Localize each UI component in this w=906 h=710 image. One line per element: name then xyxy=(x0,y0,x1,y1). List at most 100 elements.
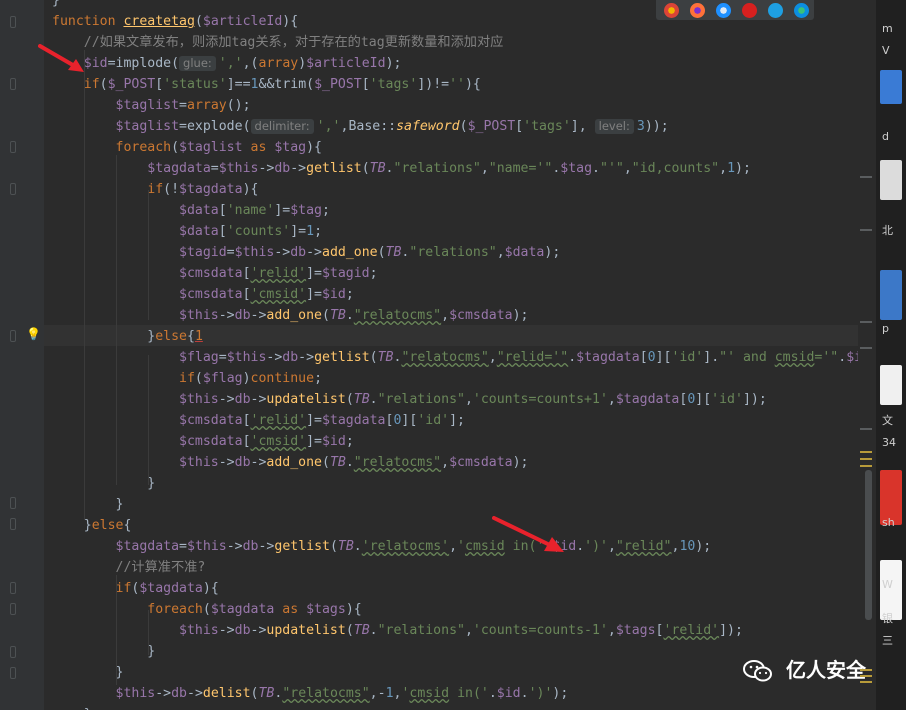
code-line[interactable]: $flag=$this->db->getlist(TB."relatocms",… xyxy=(52,347,870,368)
fold-marker[interactable] xyxy=(10,141,16,153)
code-line[interactable]: if($tagdata){ xyxy=(52,578,219,599)
code-line[interactable]: } xyxy=(52,662,124,683)
code-token: $tagdata xyxy=(139,581,203,596)
code-line[interactable]: $tagdata=$this->db->getlist(TB.'relatocm… xyxy=(52,536,712,557)
code-token: ]; xyxy=(449,413,465,428)
code-line[interactable]: $taglist=array(); xyxy=(52,95,251,116)
fold-marker[interactable] xyxy=(10,582,16,594)
scrollbar-marker[interactable] xyxy=(860,675,872,677)
code-line[interactable]: $tagid=$this->db->add_one(TB."relations"… xyxy=(52,242,560,263)
code-token: $cmsdata xyxy=(449,308,513,323)
code-token: = xyxy=(210,161,219,176)
code-token: =implode( xyxy=(107,56,180,71)
fold-marker[interactable] xyxy=(10,16,16,28)
code-line[interactable]: $this->db->add_one(TB."relatocms",$cmsda… xyxy=(52,452,528,473)
code-token: $tag xyxy=(560,161,593,176)
code-line[interactable]: $id=implode(glue: ',',(array)$articleId); xyxy=(52,53,401,74)
fold-marker[interactable] xyxy=(10,603,16,615)
desktop-icon[interactable] xyxy=(880,160,902,200)
code-line[interactable]: } xyxy=(52,704,92,710)
lightbulb-icon[interactable]: 💡 xyxy=(26,327,41,341)
code-line[interactable]: } xyxy=(52,0,60,11)
code-line[interactable]: //计算准不准? xyxy=(52,557,206,578)
fold-marker[interactable] xyxy=(10,183,16,195)
ie-icon[interactable] xyxy=(768,3,783,18)
scrollbar-marker[interactable] xyxy=(860,465,872,467)
code-line[interactable]: $this->db->delist(TB."relatocms",-1,'cms… xyxy=(52,683,569,704)
code-token: db xyxy=(234,455,251,470)
code-line[interactable]: }else{1 xyxy=(52,326,203,347)
fold-marker[interactable] xyxy=(10,78,16,90)
safari-icon[interactable] xyxy=(716,3,731,18)
code-line[interactable]: } xyxy=(52,473,155,494)
code-line[interactable]: foreach($taglist as $tag){ xyxy=(52,137,322,158)
code-line[interactable]: $this->db->add_one(TB."relatocms",$cmsda… xyxy=(52,305,528,326)
code-editor[interactable]: 💡 } function createtag($articleId){ //如果文… xyxy=(0,0,876,710)
code-token: //计算准不准? xyxy=(52,560,206,575)
code-line[interactable]: }else{ xyxy=(52,515,132,536)
code-token: if xyxy=(52,371,195,386)
code-token: . xyxy=(345,455,354,470)
code-token: ][ xyxy=(401,413,418,428)
code-line[interactable]: $this->db->updatelist(TB."relations",'co… xyxy=(52,620,743,641)
edge-icon[interactable] xyxy=(794,3,809,18)
code-line[interactable]: $cmsdata['relid']=$tagdata[0]['id']; xyxy=(52,410,465,431)
code-token: 'cmsid' xyxy=(250,287,307,302)
firefox-icon[interactable] xyxy=(690,3,705,18)
code-token: "name='" xyxy=(488,161,553,176)
fold-marker[interactable] xyxy=(10,518,16,530)
code-line[interactable]: $this->db->updatelist(TB."relations",'co… xyxy=(52,389,767,410)
code-line[interactable]: $cmsdata['cmsid']=$id; xyxy=(52,431,354,452)
chrome-icon[interactable] xyxy=(664,3,679,18)
opera-icon[interactable] xyxy=(742,3,757,18)
scrollbar-thumb[interactable] xyxy=(865,470,872,620)
code-line[interactable]: $data['name']=$tag; xyxy=(52,200,330,221)
code-line[interactable]: $cmsdata['cmsid']=$id; xyxy=(52,284,354,305)
fold-marker[interactable] xyxy=(10,330,16,342)
desktop-icon[interactable] xyxy=(880,70,902,104)
scrollbar-marker[interactable] xyxy=(860,669,872,671)
scrollbar-marker[interactable] xyxy=(860,458,872,460)
code-token: -> xyxy=(155,686,172,701)
code-line[interactable]: $tagdata=$this->db->getlist(TB."relation… xyxy=(52,158,751,179)
code-token: } xyxy=(52,644,156,659)
code-line[interactable]: if($_POST['status']==1&&trim($_POST['tag… xyxy=(52,74,481,95)
code-line[interactable]: } xyxy=(52,641,155,662)
code-line[interactable]: function createtag($articleId){ xyxy=(52,11,298,32)
code-line[interactable]: if(!$tagdata){ xyxy=(52,179,258,200)
scrollbar-marker[interactable] xyxy=(860,229,872,231)
code-line[interactable]: foreach($tagdata as $tags){ xyxy=(52,599,361,620)
desktop-label-fragment: W xyxy=(882,578,893,591)
code-token: $this xyxy=(187,539,227,554)
code-token: "relid" xyxy=(615,539,672,554)
scrollbar-marker[interactable] xyxy=(860,347,872,349)
fold-marker[interactable] xyxy=(10,497,16,509)
code-line[interactable]: $taglist=explode(delimiter: ',',Base::saf… xyxy=(52,116,669,137)
desktop-icon[interactable] xyxy=(880,270,902,320)
scrollbar-marker[interactable] xyxy=(860,321,872,323)
code-line[interactable]: $cmsdata['relid']=$tagid; xyxy=(52,263,378,284)
scrollbar-marker[interactable] xyxy=(860,176,872,178)
fold-marker[interactable] xyxy=(10,667,16,679)
code-token: . xyxy=(488,686,497,701)
scrollbar-marker[interactable] xyxy=(860,681,872,683)
scrollbar-marker[interactable] xyxy=(860,428,872,430)
code-token: 'id' xyxy=(711,392,743,407)
code-token: $tagdata xyxy=(576,350,640,365)
desktop-icon[interactable] xyxy=(880,365,902,405)
fold-marker[interactable] xyxy=(10,646,16,658)
scrollbar-marker[interactable] xyxy=(860,451,872,453)
code-token: 'id' xyxy=(417,413,450,428)
code-line[interactable]: //如果文章发布，则添加tag关系，对于存在的tag更新数量和添加对应 xyxy=(52,32,504,53)
code-line[interactable]: if($flag)continue; xyxy=(52,368,322,389)
code-token: [ xyxy=(242,413,251,428)
code-token: 'relatocms' xyxy=(361,539,450,554)
code-token: $articleId xyxy=(306,56,386,71)
code-token: TB xyxy=(353,392,370,407)
code-token: } xyxy=(52,518,92,533)
code-line[interactable]: } xyxy=(52,494,124,515)
code-token: $tag xyxy=(274,140,307,155)
code-token: ]); xyxy=(719,623,743,638)
code-token: ; xyxy=(345,287,354,302)
code-line[interactable]: $data['counts']=1; xyxy=(52,221,322,242)
